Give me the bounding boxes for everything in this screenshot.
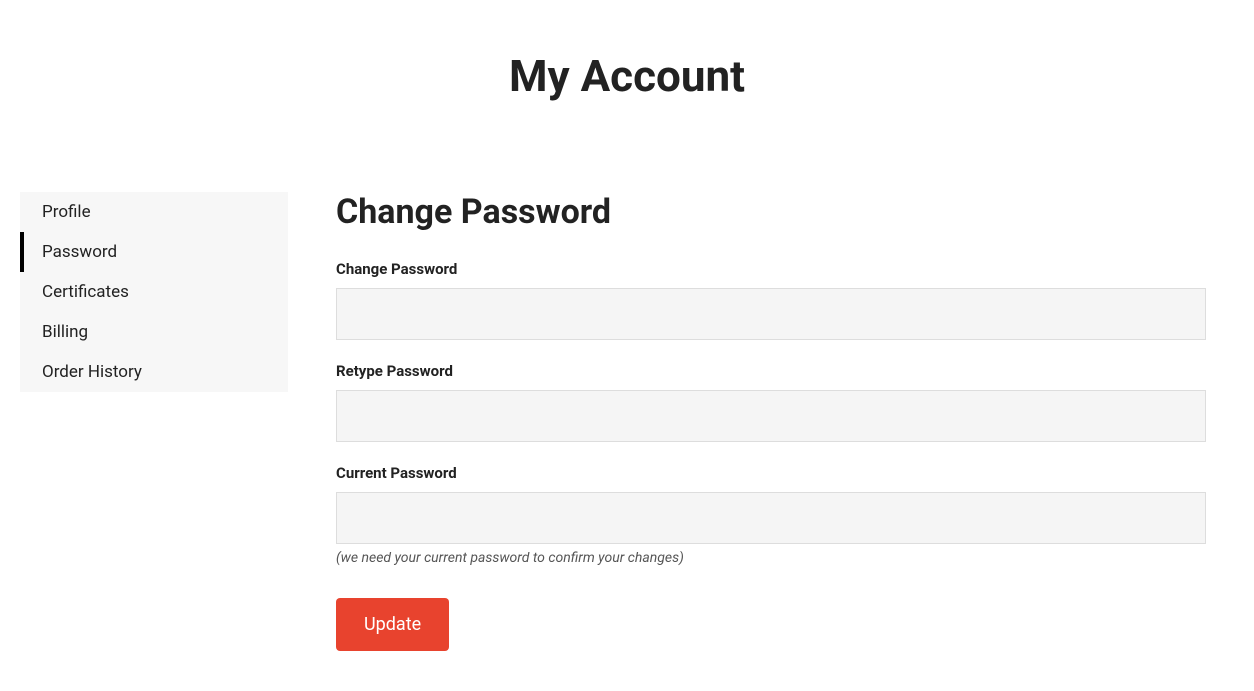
field-group-retype-password: Retype Password [336, 362, 1206, 442]
retype-password-label: Retype Password [336, 362, 1206, 380]
field-group-current-password: Current Password (we need your current p… [336, 464, 1206, 566]
new-password-label: Change Password [336, 260, 1206, 278]
sidebar-item-password[interactable]: Password [20, 232, 288, 272]
new-password-input[interactable] [336, 288, 1206, 340]
current-password-label: Current Password [336, 464, 1206, 482]
sidebar-item-order-history[interactable]: Order History [20, 352, 288, 392]
content-wrap: Profile Password Certificates Billing Or… [20, 192, 1234, 651]
update-button[interactable]: Update [336, 598, 449, 651]
page-title: My Account [20, 50, 1234, 102]
main-panel: Change Password Change Password Retype P… [336, 192, 1206, 651]
current-password-hint: (we need your current password to confir… [336, 550, 1206, 566]
section-title: Change Password [336, 192, 1206, 232]
sidebar-item-billing[interactable]: Billing [20, 312, 288, 352]
current-password-input[interactable] [336, 492, 1206, 544]
sidebar-item-certificates[interactable]: Certificates [20, 272, 288, 312]
sidebar-item-profile[interactable]: Profile [20, 192, 288, 232]
sidebar: Profile Password Certificates Billing Or… [20, 192, 288, 392]
field-group-new-password: Change Password [336, 260, 1206, 340]
retype-password-input[interactable] [336, 390, 1206, 442]
